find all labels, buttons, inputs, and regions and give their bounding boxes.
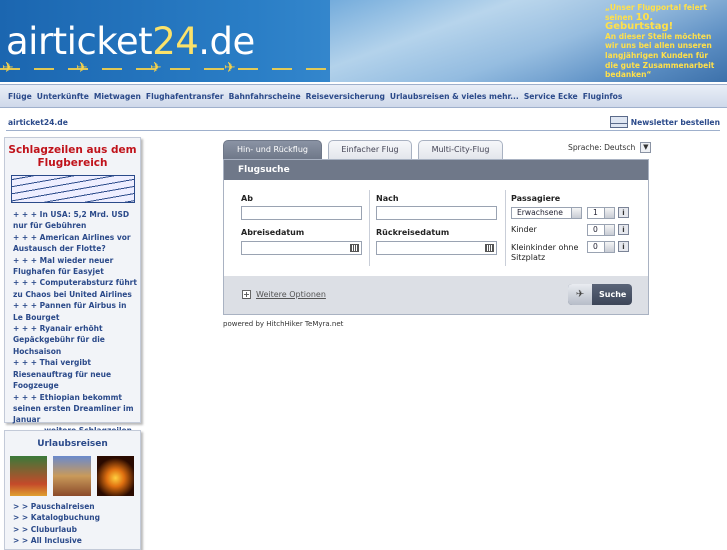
headlines-list: + + + In USA: 5,2 Mrd. USD nur für Gebüh… [13,209,137,426]
envelope-icon [609,116,628,128]
breadcrumb[interactable]: airticket24.de [8,118,68,127]
site-logo[interactable]: airticket24.de [6,20,255,63]
children-count-select[interactable]: 0 [587,224,615,236]
info-icon[interactable]: i [618,207,629,218]
promo-text: An dieser Stelle möchten wir uns bei all… [605,31,715,80]
nav-item-bahnfahrscheine[interactable]: Bahnfahrscheine [229,92,301,101]
tab-roundtrip[interactable]: Hin- und Rückflug [223,140,322,159]
adult-count-select[interactable]: 1 [587,207,615,219]
form-body: Ab Abreisedatum Nach Rückreisedatum Pass… [224,180,648,276]
vacation-list: > > Pauschalreisen > > Katalogbuchung > … [13,501,140,547]
plane-icon: ✈ [76,60,88,76]
headlines-title: Schlagzeilen aus dem Flugbereich [8,144,137,169]
plane-icon: ✈ [224,60,236,76]
newsletter-link[interactable]: Newsletter bestellen [609,116,720,128]
vacation-link[interactable]: > > Katalogbuchung [13,512,140,523]
form-footer: + Weitere Optionen ✈ Suche [224,276,648,314]
return-date-input[interactable] [376,241,497,255]
vacation-link[interactable]: > > Pauschalreisen [13,501,140,512]
headline-link[interactable]: + + + In USA: 5,2 Mrd. USD nur für Gebüh… [13,209,137,232]
chevron-down-icon [604,225,614,235]
nav-item-fluege[interactable]: Flüge [8,92,32,101]
form-heading: Flugsuche [224,160,648,180]
return-label: Rückreisedatum [376,228,450,237]
search-label: Suche [599,290,627,299]
nav-item-service-ecke[interactable]: Service Ecke [524,92,578,101]
powered-by-note: powered by HitchHiker TeMyra.net [223,320,344,328]
language-selector[interactable]: Sprache: Deutsch ▼ [568,142,652,153]
from-input[interactable] [241,206,362,220]
language-value: Deutsch [604,143,636,152]
promo-line: „Unser Flugportal feiert [605,3,707,12]
tab-multicity[interactable]: Multi-City-Flug [418,140,503,159]
search-button[interactable]: ✈ Suche [568,284,632,305]
headline-link[interactable]: + + + Mal wieder neuer Flughafen für Eas… [13,255,137,278]
info-icon[interactable]: i [618,224,629,235]
to-input[interactable] [376,206,497,220]
more-options-toggle[interactable]: + Weitere Optionen [242,290,326,299]
chevron-down-icon [604,208,614,218]
logo-suffix: .de [198,20,255,63]
plane-icon: ✈ [568,284,592,305]
vacation-image[interactable] [96,456,134,496]
vacation-link[interactable]: > > Cluburlaub [13,524,140,535]
headline-link[interactable]: + + + Ethiopian bekommt seinen ersten Dr… [13,392,137,426]
infants-label: Kleinkinder ohne Sitzplatz [511,243,579,262]
depart-label: Abreisedatum [241,228,305,237]
column-divider [369,190,370,266]
flight-search-form: Flugsuche Ab Abreisedatum Nach Rückreise… [223,159,649,315]
headline-link[interactable]: + + + American Airlines vor Austausch de… [13,232,137,255]
nav-item-reiseversicherung[interactable]: Reiseversicherung [306,92,385,101]
calendar-icon[interactable] [350,244,359,252]
more-options-label: Weitere Optionen [256,290,326,299]
passengers-label: Passagiere [511,194,561,203]
to-label: Nach [376,194,399,203]
chevron-down-icon [604,242,614,252]
vacation-box: Urlaubsreisen > > Pauschalreisen > > Kat… [4,430,141,550]
plus-icon: + [242,290,251,299]
plane-icon: ✈ [150,60,162,76]
logo-prefix: airticket [6,20,153,63]
nav-item-flughafentransfer[interactable]: Flughafentransfer [146,92,224,101]
vacation-images [10,456,140,496]
promo-line: seinen 10. Geburtstag! [605,11,674,33]
nav-item-fluginfos[interactable]: Fluginfos [583,92,623,101]
headline-link[interactable]: + + + Computerabsturz führt zu Chaos bei… [13,277,137,300]
headlines-box: Schlagzeilen aus dem Flugbereich + + + I… [4,137,141,435]
infants-count-select[interactable]: 0 [587,241,615,253]
headline-link[interactable]: + + + Pannen für Airbus in Le Bourget [13,300,137,323]
logo-number: 24 [152,20,199,63]
tab-oneway[interactable]: Einfacher Flug [328,140,412,159]
info-icon[interactable]: i [618,241,629,252]
plane-icon: ✈ [2,60,14,76]
headline-link[interactable]: + + + Ryanair erhöht Gepäckgebühr für di… [13,323,137,357]
runway-stripes [0,68,330,70]
site-banner: airticket24.de ✈ ✈ ✈ ✈ „Unser Flugportal… [0,0,727,82]
depart-date-input[interactable] [241,241,362,255]
main-navigation: Flüge Unterkünfte Mietwagen Flughafentra… [0,84,727,108]
calendar-icon[interactable] [485,244,494,252]
passenger-type-select[interactable]: Erwachsene [511,207,582,219]
newsletter-label: Newsletter bestellen [630,117,720,127]
language-label: Sprache: [568,143,602,152]
newspaper-image [11,175,135,203]
children-label: Kinder [511,225,537,234]
nav-item-mietwagen[interactable]: Mietwagen [94,92,141,101]
from-label: Ab [241,194,253,203]
column-divider [505,190,506,266]
chevron-down-icon [571,208,581,218]
nav-item-unterkuenfte[interactable]: Unterkünfte [37,92,89,101]
vacation-title: Urlaubsreisen [37,439,108,449]
breadcrumb-bar: airticket24.de Newsletter bestellen [6,114,720,131]
headline-link[interactable]: + + + Thai vergibt Riesenauftrag für neu… [13,357,137,391]
nav-item-urlaubsreisen[interactable]: Urlaubsreisen & vieles mehr... [390,92,519,101]
chevron-down-icon[interactable]: ▼ [640,142,652,153]
vacation-image[interactable] [53,456,91,496]
vacation-image[interactable] [10,456,48,496]
anniversary-promo: „Unser Flugportal feiert seinen 10. Gebu… [605,3,723,80]
